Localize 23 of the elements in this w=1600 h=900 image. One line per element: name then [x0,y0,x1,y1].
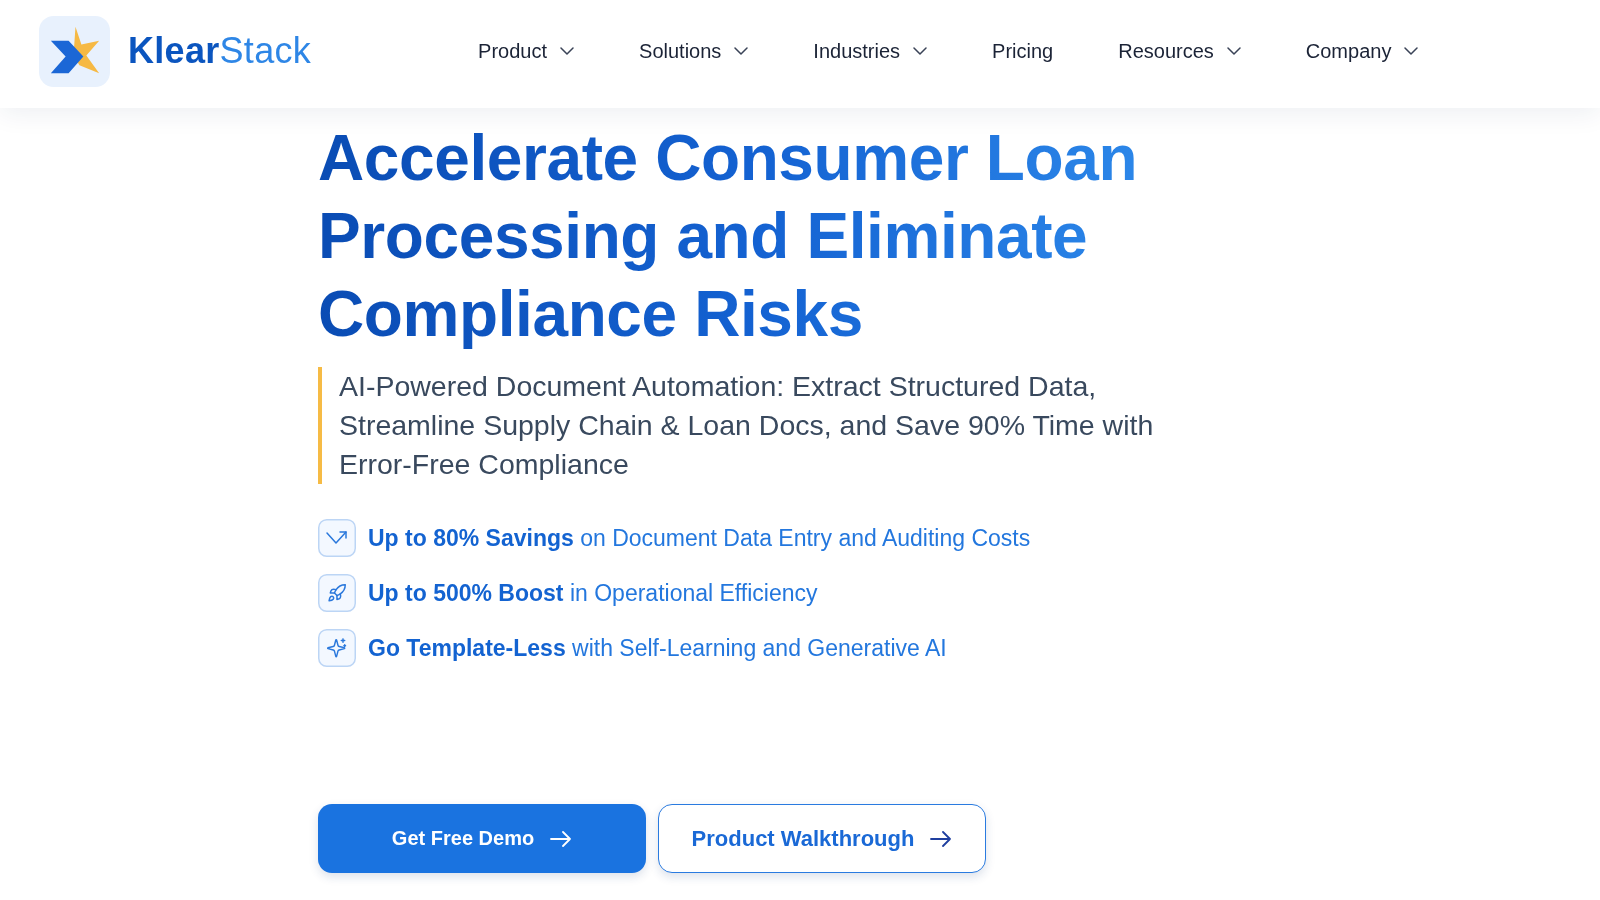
outline-button[interactable]: Product Walkthrough [658,804,986,873]
chevron-down-icon [1226,47,1241,55]
cta-button[interactable]: Get Free Demo [318,804,646,873]
nav-link[interactable]: Resources [1118,39,1241,63]
sparkle-icon [318,629,356,667]
rocket-icon [318,574,356,612]
chevron-down-icon [1404,47,1419,55]
chevron-down-icon [560,47,575,55]
chevron-down-icon [734,47,749,55]
benefit-text: Up to 500% Boost in Operational Efficiency [368,579,818,607]
chevron-down-icon [913,47,928,55]
arrow-right-icon [930,830,953,847]
nav-link[interactable]: Industries [813,39,928,63]
brand-name[interactable]: KlearStack [128,30,312,72]
logo-icon[interactable] [39,15,110,87]
nav-link[interactable]: Company [1305,39,1419,63]
benefit-text: Go Template-Less with Self-Learning and Generative AI [368,634,947,662]
arrow-right-icon [550,830,573,847]
nav-link[interactable]: Solutions [639,39,749,63]
nav-link[interactable]: Product [478,39,575,63]
benefit-text: Up to 80% Savings on Document Data Entry and Auditing Costs [368,524,1031,552]
nav-link[interactable]: Pricing [992,39,1054,63]
hero-subtitle: AI-Powered Document Automation: Extract Structured Data, Streamline Supply Chain & Loan Docs, and Save 90% Time with Error-Free Compliance [318,367,1184,484]
